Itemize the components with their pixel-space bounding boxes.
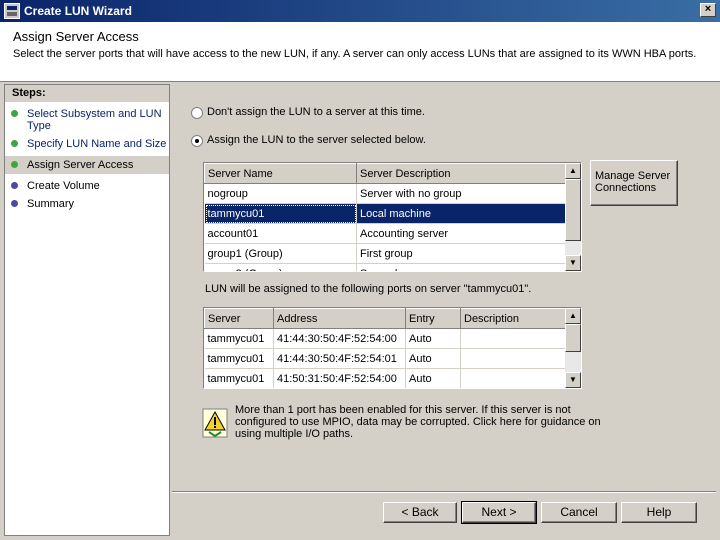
step-specify-name[interactable]: Specify LUN Name and Size xyxy=(5,138,169,150)
server-name-cell: group2 (Group) xyxy=(204,263,357,271)
wizard-window: Create LUN Wizard × Assign Server Access… xyxy=(0,0,720,540)
server-description-cell: Accounting server xyxy=(356,223,568,244)
server-description-cell: Second group xyxy=(356,263,568,271)
port-address-cell: 41:44:30:50:4F:52:54:01 xyxy=(273,348,406,369)
steps-panel: Steps: Select Subsystem and LUN Type Spe… xyxy=(4,84,170,536)
port-description-cell xyxy=(460,328,568,349)
table-row[interactable]: nogroup Server with no group xyxy=(204,183,568,204)
ports-caption: LUN will be assigned to the following po… xyxy=(205,283,532,295)
scroll-up-icon[interactable]: ▲ xyxy=(565,163,581,179)
help-button[interactable]: Help xyxy=(621,502,697,523)
table-row[interactable]: account01 Accounting server xyxy=(204,223,568,244)
port-server-cell: tammycu01 xyxy=(204,368,274,388)
port-description-cell xyxy=(460,348,568,369)
radio-label: Assign the LUN to the server selected be… xyxy=(207,134,426,146)
warning-icon xyxy=(202,408,228,438)
radio-button-off[interactable] xyxy=(191,107,203,119)
table-row[interactable]: tammycu01 41:44:30:50:4F:52:54:01 Auto xyxy=(204,348,568,369)
next-button[interactable]: Next > xyxy=(461,501,537,524)
port-server-cell: tammycu01 xyxy=(204,348,274,369)
scroll-thumb[interactable] xyxy=(565,179,581,241)
step-label: Create Volume xyxy=(27,180,100,192)
radio-label: Don't assign the LUN to a server at this… xyxy=(207,106,425,118)
server-name-cell: account01 xyxy=(204,223,357,244)
port-address-cell: 41:44:30:50:4F:52:54:00 xyxy=(273,328,406,349)
step-create-volume: Create Volume xyxy=(5,180,169,192)
wizard-header: Assign Server Access Select the server p… xyxy=(0,22,720,82)
table-row[interactable]: tammycu01 41:44:30:50:4F:52:54:00 Auto xyxy=(204,328,568,349)
step-assign-access: Assign Server Access xyxy=(5,156,169,174)
port-entry-cell: Auto xyxy=(405,368,461,388)
port-address-cell: 41:50:31:50:4F:52:54:00 xyxy=(273,368,406,388)
server-description-cell: Local machine xyxy=(356,203,568,224)
table-row-selected[interactable]: tammycu01 Local machine xyxy=(204,203,568,224)
content-area: Don't assign the LUN to a server at this… xyxy=(172,84,716,494)
server-name-cell: tammycu01 xyxy=(204,203,357,224)
window-title: Create LUN Wizard xyxy=(24,4,132,18)
step-label: Summary xyxy=(27,198,75,210)
step-done-icon xyxy=(11,140,18,147)
manage-server-connections-button[interactable]: Manage Server Connections xyxy=(590,160,678,206)
column-header-description[interactable]: Description xyxy=(460,308,568,329)
column-header-address[interactable]: Address xyxy=(273,308,406,329)
server-list-scrollbar[interactable]: ▲ ▼ xyxy=(565,163,581,271)
step-label: Select Subsystem and LUN Type xyxy=(27,108,162,132)
port-entry-cell: Auto xyxy=(405,328,461,349)
port-server-cell: tammycu01 xyxy=(204,328,274,349)
column-header-server[interactable]: Server xyxy=(204,308,274,329)
page-description: Select the server ports that will have a… xyxy=(13,48,697,60)
step-pending-icon xyxy=(11,200,18,207)
server-list[interactable]: Server Name Server Description nogroup S… xyxy=(203,162,582,272)
cancel-button[interactable]: Cancel xyxy=(541,502,617,523)
column-header-entry[interactable]: Entry xyxy=(405,308,461,329)
app-icon xyxy=(4,3,20,19)
radio-button-on[interactable] xyxy=(191,135,203,147)
port-description-cell xyxy=(460,368,568,388)
footer-divider xyxy=(172,491,716,493)
step-label: Assign Server Access xyxy=(27,159,134,171)
page-title: Assign Server Access xyxy=(13,29,139,44)
table-row[interactable]: group2 (Group) Second group xyxy=(204,263,568,271)
server-name-cell: group1 (Group) xyxy=(204,243,357,264)
back-button[interactable]: < Back xyxy=(383,502,457,523)
title-bar[interactable]: Create LUN Wizard × xyxy=(0,0,720,22)
step-done-icon xyxy=(11,161,18,168)
table-row[interactable]: group1 (Group) First group xyxy=(204,243,568,264)
scroll-thumb[interactable] xyxy=(565,324,581,352)
close-button[interactable]: × xyxy=(700,3,716,17)
server-description-cell: Server with no group xyxy=(356,183,568,204)
step-label: Specify LUN Name and Size xyxy=(27,138,167,150)
ports-list[interactable]: Server Address Entry Description tammycu… xyxy=(203,307,582,389)
port-entry-cell: Auto xyxy=(405,348,461,369)
server-description-cell: First group xyxy=(356,243,568,264)
step-summary: Summary xyxy=(5,198,169,210)
column-header-server-description[interactable]: Server Description xyxy=(356,163,568,184)
scroll-down-icon[interactable]: ▼ xyxy=(565,255,581,271)
ports-list-scrollbar[interactable]: ▲ ▼ xyxy=(565,308,581,388)
scroll-down-icon[interactable]: ▼ xyxy=(565,372,581,388)
server-name-cell: nogroup xyxy=(204,183,357,204)
step-pending-icon xyxy=(11,182,18,189)
step-done-icon xyxy=(11,110,18,117)
steps-heading: Steps: xyxy=(5,85,169,102)
step-select-subsystem[interactable]: Select Subsystem and LUN Type xyxy=(5,108,169,132)
table-row[interactable]: tammycu01 41:50:31:50:4F:52:54:00 Auto xyxy=(204,368,568,388)
warning-text: More than 1 port has been enabled for th… xyxy=(235,404,601,440)
column-header-server-name[interactable]: Server Name xyxy=(204,163,357,184)
scroll-up-icon[interactable]: ▲ xyxy=(565,308,581,324)
